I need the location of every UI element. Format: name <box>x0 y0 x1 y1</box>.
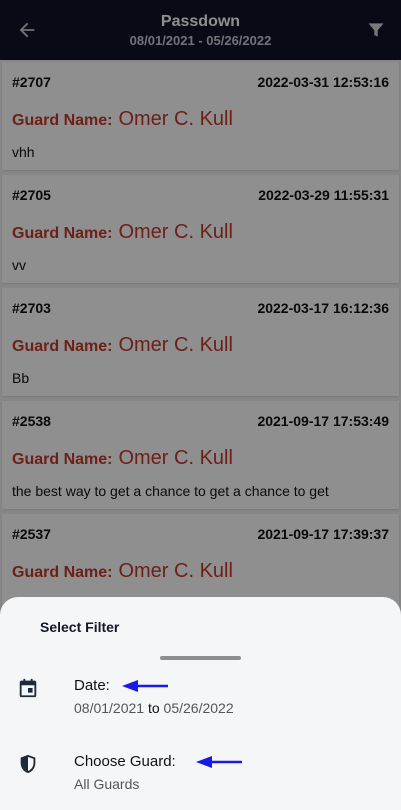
arrow-pointer-icon <box>196 756 242 768</box>
guard-filter-value: All Guards <box>74 776 140 792</box>
calendar-icon <box>17 677 39 699</box>
arrow-pointer-icon <box>122 680 168 692</box>
date-filter-label: Date: <box>74 677 110 694</box>
date-to-word: to <box>147 700 160 716</box>
drag-handle[interactable] <box>160 656 241 660</box>
guard-filter-label: Choose Guard: <box>74 753 176 770</box>
date-from: 08/01/2021 <box>74 700 145 716</box>
filter-bottom-sheet: Select Filter Date: 08/01/2021 to 05/26/… <box>0 597 401 810</box>
guard-filter-option[interactable]: Choose Guard: All Guards <box>0 753 401 809</box>
date-filter-option[interactable]: Date: 08/01/2021 to 05/26/2022 <box>0 677 401 733</box>
date-range-value: 08/01/2021 to 05/26/2022 <box>74 699 234 717</box>
date-to: 05/26/2022 <box>163 700 234 716</box>
sheet-title: Select Filter <box>40 619 120 635</box>
shield-icon <box>17 753 39 775</box>
